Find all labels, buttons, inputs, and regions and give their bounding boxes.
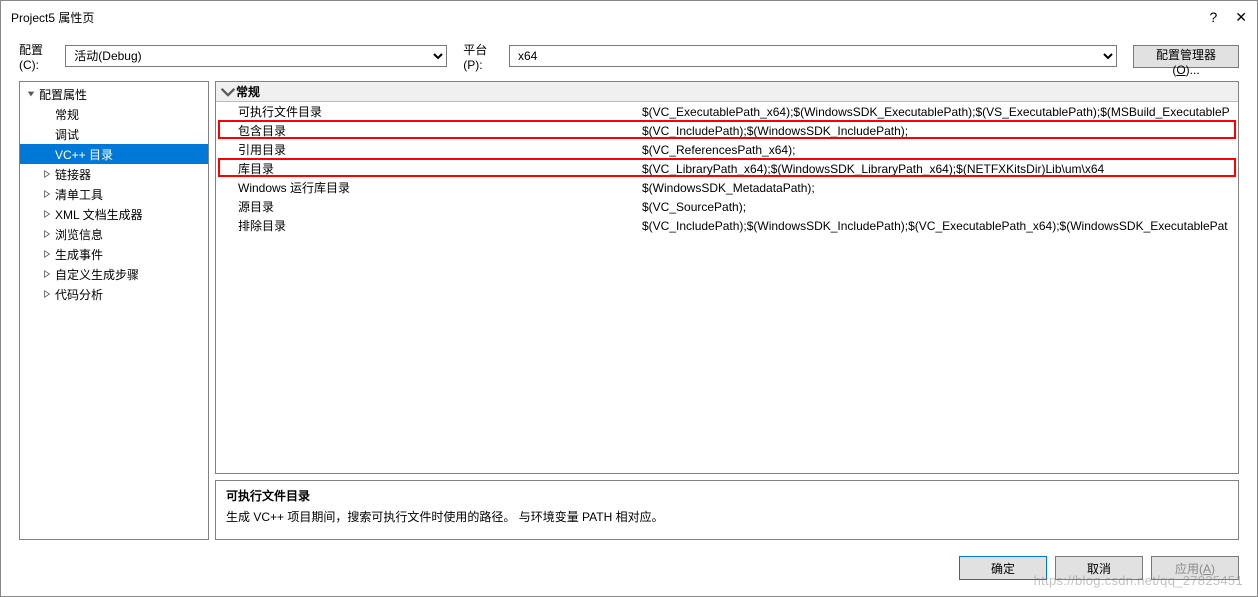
description-title: 可执行文件目录 xyxy=(226,487,1228,504)
grid-row[interactable]: 引用目录$(VC_ReferencesPath_x64); xyxy=(216,140,1238,159)
tree-item[interactable]: 清单工具 xyxy=(20,184,208,204)
grid-row-value: $(VC_IncludePath);$(WindowsSDK_IncludePa… xyxy=(636,124,1238,138)
cancel-button[interactable]: 取消 xyxy=(1055,556,1143,580)
chevron-down-icon xyxy=(26,90,36,98)
platform-label: 平台(P): xyxy=(463,41,501,72)
description-text: 生成 VC++ 项目期间，搜索可执行文件时使用的路径。 与环境变量 PATH 相… xyxy=(226,508,1228,525)
tree-item-label: 浏览信息 xyxy=(55,226,103,243)
grid-row-value: $(VC_ReferencesPath_x64); xyxy=(636,143,1238,157)
grid-row-value: $(WindowsSDK_MetadataPath); xyxy=(636,181,1238,195)
tree-item[interactable]: XML 文档生成器 xyxy=(20,204,208,224)
chevron-right-icon xyxy=(42,170,52,178)
chevron-right-icon xyxy=(42,190,52,198)
grid-row[interactable]: 源目录$(VC_SourcePath); xyxy=(216,197,1238,216)
tree-view[interactable]: 配置属性常规调试 VC++ 目录链接器清单工具 XML 文档生成器浏览信息生成事件自… xyxy=(19,81,209,540)
toolbar: 配置(C): 活动(Debug) 平台(P): x64 配置管理器(O)... xyxy=(1,41,1257,71)
tree-item-label: XML 文档生成器 xyxy=(55,206,143,223)
body: 配置属性常规调试VC++ 目录链接器清单工具XML 文档生成器浏览信息生成事件自… xyxy=(1,81,1257,550)
grid-row-label: 排除目录 xyxy=(216,217,636,234)
config-select[interactable]: 活动(Debug) xyxy=(65,45,447,67)
tree-item-label: 清单工具 xyxy=(55,186,103,203)
tree-item-label: VC++ 目录 xyxy=(55,146,113,163)
tree-item-label: 链接器 xyxy=(55,166,91,183)
chevron-right-icon xyxy=(42,290,52,298)
footer: 确定 取消 应用(A) xyxy=(1,550,1257,596)
grid-row-value: $(VC_IncludePath);$(WindowsSDK_IncludePa… xyxy=(636,219,1238,233)
grid-row[interactable]: 排除目录$(VC_IncludePath);$(WindowsSDK_Inclu… xyxy=(216,216,1238,235)
grid-row-label: 可执行文件目录 xyxy=(216,103,636,120)
window-title: Project5 属性页 xyxy=(11,9,94,26)
tree-item-label: 调试 xyxy=(55,126,79,143)
grid-row[interactable]: 包含目录$(VC_IncludePath);$(WindowsSDK_Inclu… xyxy=(216,121,1238,140)
config-manager-button[interactable]: 配置管理器(O)... xyxy=(1133,45,1239,68)
close-icon[interactable]: ✕ xyxy=(1235,9,1247,26)
tree-item[interactable]: 配置属性 xyxy=(20,84,208,104)
grid-row-label: 引用目录 xyxy=(216,141,636,158)
grid-row-label: 包含目录 xyxy=(216,122,636,139)
tree-item[interactable]: 浏览信息 xyxy=(20,224,208,244)
grid-row-label: 源目录 xyxy=(216,198,636,215)
chevron-right-icon xyxy=(42,230,52,238)
tree-item[interactable]: 链接器 xyxy=(20,164,208,184)
platform-select[interactable]: x64 xyxy=(509,45,1117,67)
titlebar: Project5 属性页 ? ✕ xyxy=(1,1,1257,33)
tree-item[interactable]: 自定义生成步骤 xyxy=(20,264,208,284)
property-grid: 常规 可执行文件目录$(VC_ExecutablePath_x64);$(Win… xyxy=(215,81,1239,474)
tree-item[interactable]: 代码分析 xyxy=(20,284,208,304)
tree-item[interactable]: VC++ 目录 xyxy=(20,144,208,164)
tree-item[interactable]: 调试 xyxy=(20,124,208,144)
grid-row-value: $(VC_LibraryPath_x64);$(WindowsSDK_Libra… xyxy=(636,162,1238,176)
grid-row[interactable]: Windows 运行库目录$(WindowsSDK_MetadataPath); xyxy=(216,178,1238,197)
chevron-right-icon xyxy=(42,250,52,258)
tree-item-label: 配置属性 xyxy=(39,86,87,103)
description-panel: 可执行文件目录 生成 VC++ 项目期间，搜索可执行文件时使用的路径。 与环境变… xyxy=(215,480,1239,540)
ok-button[interactable]: 确定 xyxy=(959,556,1047,580)
grid-row[interactable]: 库目录$(VC_LibraryPath_x64);$(WindowsSDK_Li… xyxy=(216,159,1238,178)
tree-item-label: 代码分析 xyxy=(55,286,103,303)
apply-button[interactable]: 应用(A) xyxy=(1151,556,1239,580)
chevron-right-icon xyxy=(42,270,52,278)
chevron-right-icon xyxy=(42,210,52,218)
grid-row-label: Windows 运行库目录 xyxy=(216,179,636,196)
tree-item-label: 常规 xyxy=(55,106,79,123)
grid-row[interactable]: 可执行文件目录$(VC_ExecutablePath_x64);$(Window… xyxy=(216,102,1238,121)
config-label: 配置(C): xyxy=(19,41,57,72)
grid-section-header[interactable]: 常规 xyxy=(216,82,1238,102)
chevron-down-icon xyxy=(220,84,236,100)
main-panel: 常规 可执行文件目录$(VC_ExecutablePath_x64);$(Win… xyxy=(215,81,1239,540)
grid-section-title: 常规 xyxy=(236,83,260,100)
help-icon[interactable]: ? xyxy=(1209,9,1217,25)
tree-item[interactable]: 生成事件 xyxy=(20,244,208,264)
property-page-window: Project5 属性页 ? ✕ 配置(C): 活动(Debug) 平台(P):… xyxy=(0,0,1258,597)
tree-item-label: 生成事件 xyxy=(55,246,103,263)
grid-row-label: 库目录 xyxy=(216,160,636,177)
tree-item[interactable]: 常规 xyxy=(20,104,208,124)
grid-row-value: $(VC_ExecutablePath_x64);$(WindowsSDK_Ex… xyxy=(636,105,1238,119)
grid-row-value: $(VC_SourcePath); xyxy=(636,200,1238,214)
tree-item-label: 自定义生成步骤 xyxy=(55,266,139,283)
